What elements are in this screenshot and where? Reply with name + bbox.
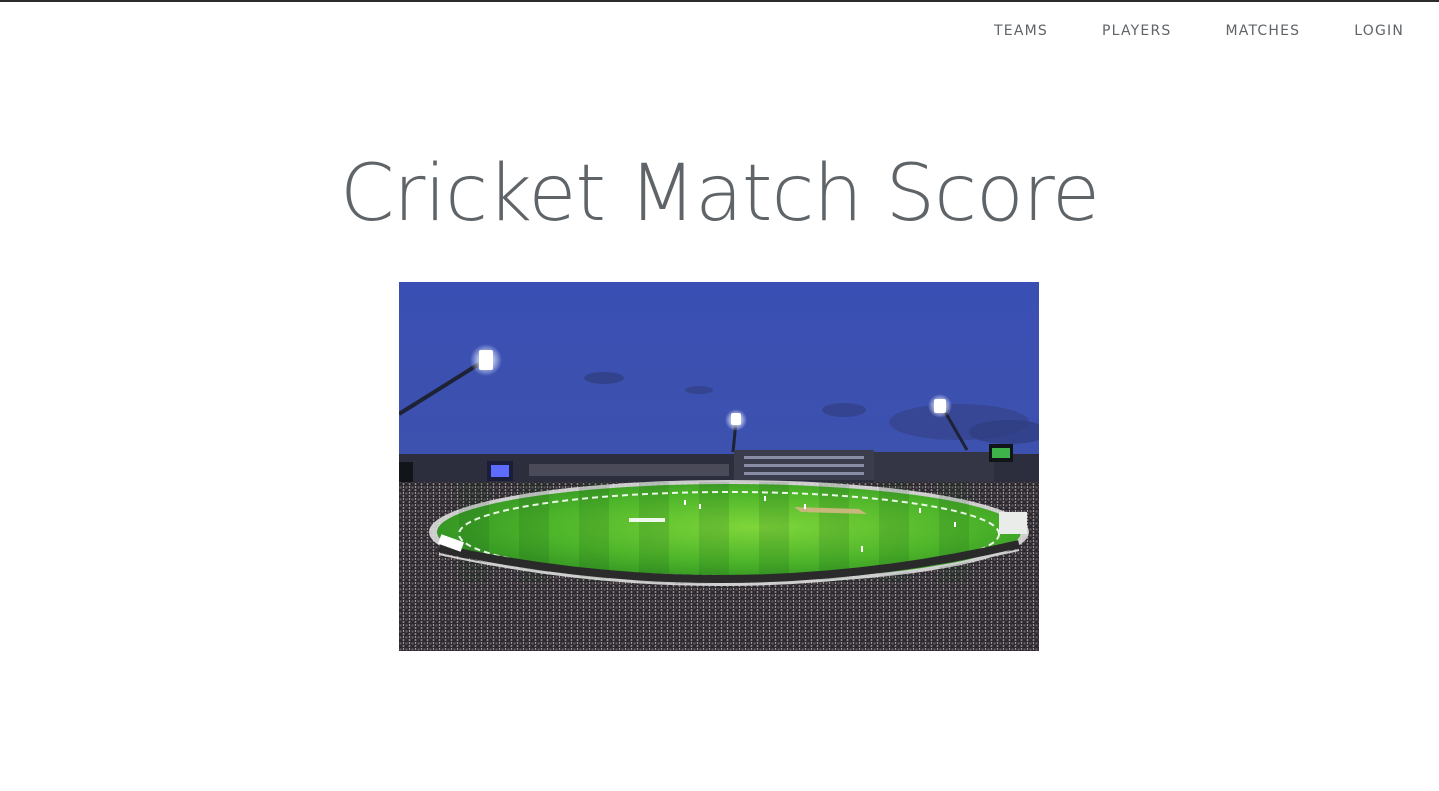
stadium-hero-image [399,282,1039,651]
main-nav: TEAMS PLAYERS MATCHES LOGIN [994,22,1404,40]
top-border [0,0,1439,2]
nav-link-teams[interactable]: TEAMS [994,22,1048,40]
nav-link-login[interactable]: LOGIN [1354,22,1404,40]
page-title: Cricket Match Score [339,149,1100,239]
nav-link-matches[interactable]: MATCHES [1225,22,1300,40]
nav-link-players[interactable]: PLAYERS [1102,22,1171,40]
